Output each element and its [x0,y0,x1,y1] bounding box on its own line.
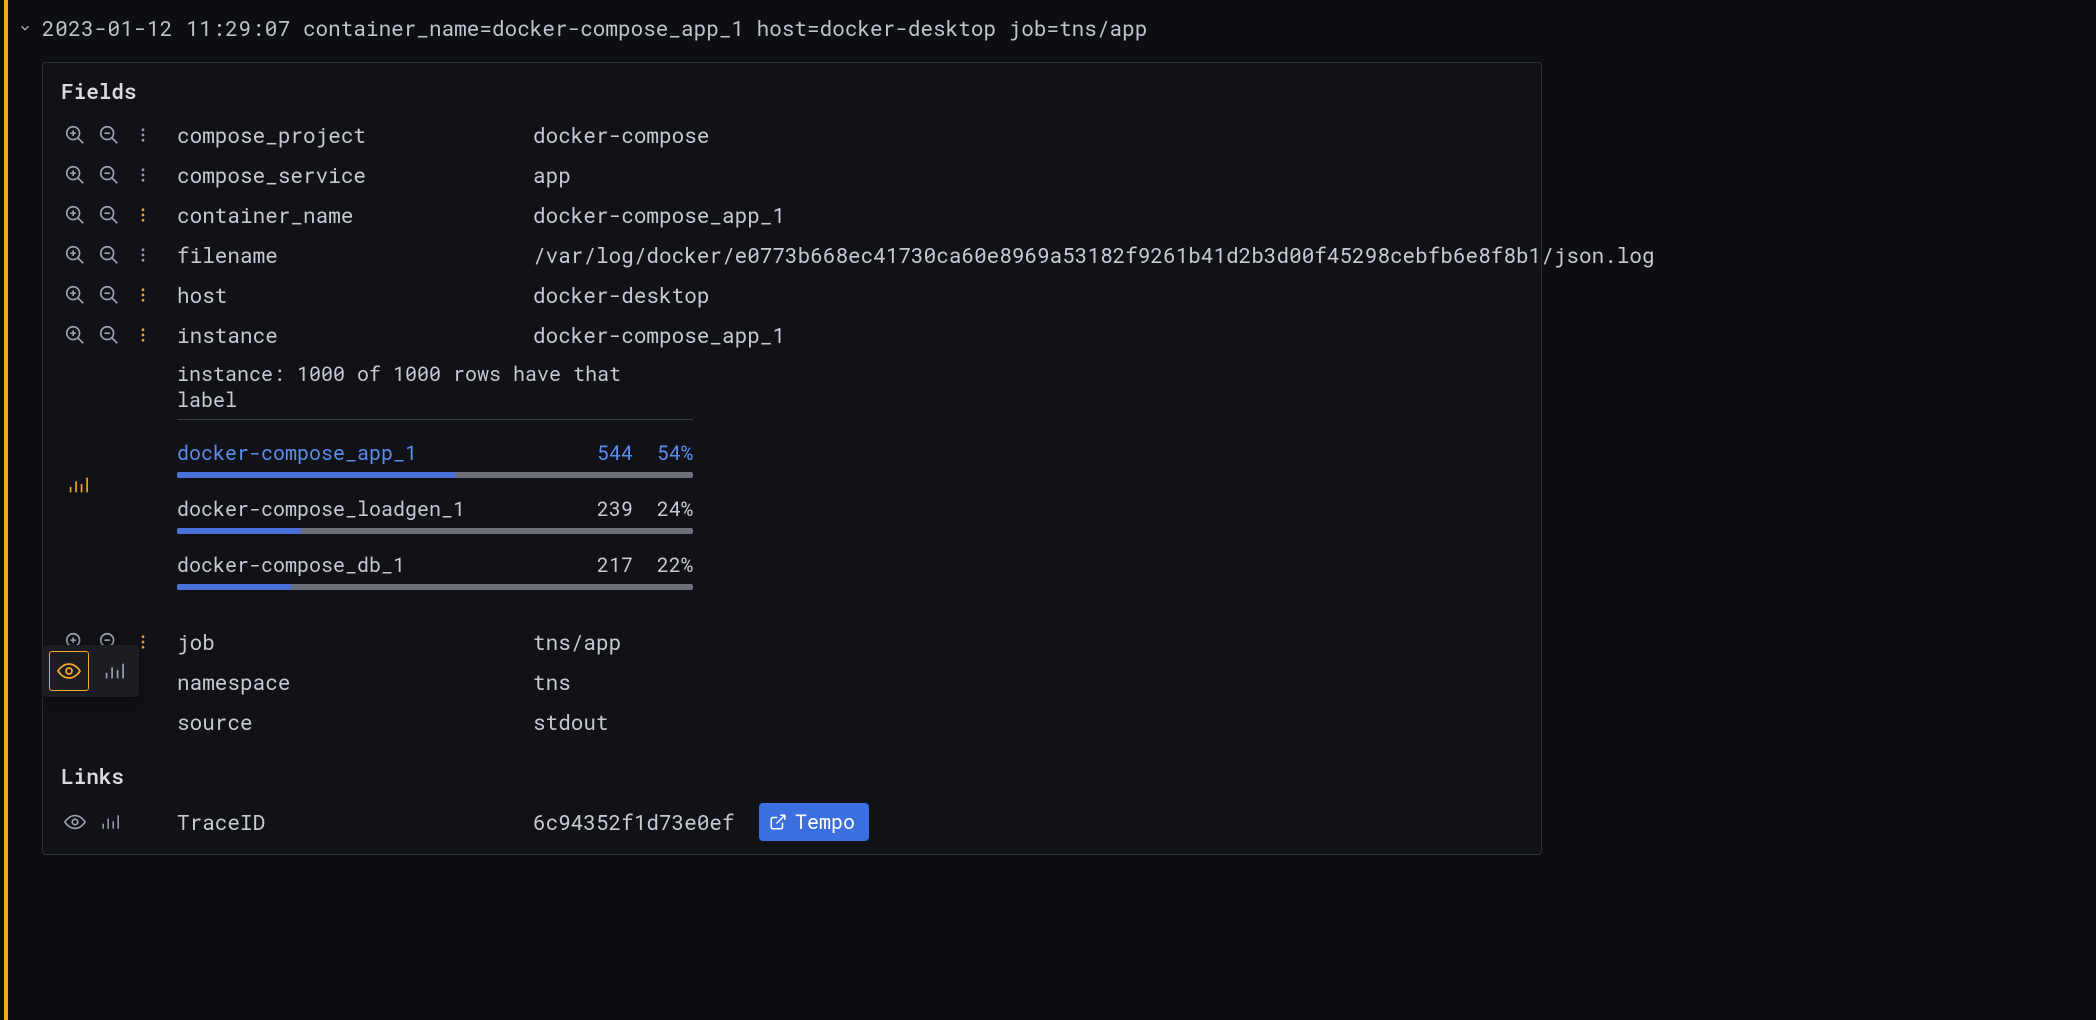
filter-for-icon[interactable] [63,163,87,187]
stat-bar [177,472,693,478]
field-row: filename/var/log/docker/e0773b668ec41730… [61,235,1523,275]
field-row: compose_serviceapp [61,155,1523,195]
field-key: job [177,628,527,656]
filter-out-icon[interactable] [97,283,121,307]
field-menu-icon[interactable] [131,123,155,147]
field-menu-icon[interactable] [131,203,155,227]
field-value: tns [533,668,1523,696]
stat-row[interactable]: docker-compose_app_1 544 54% [177,440,693,478]
field-key: instance [177,321,527,349]
tempo-button[interactable]: Tempo [759,803,869,841]
field-value: tns/app [533,628,1523,656]
links-section-title: Links [61,762,1523,790]
stat-row[interactable]: docker-compose_db_1 217 22% [177,552,693,590]
stat-count: 544 [563,440,633,466]
filter-for-icon[interactable] [63,283,87,307]
stat-name: docker-compose_app_1 [177,440,563,466]
show-field-button[interactable] [49,651,89,691]
field-key: host [177,281,527,309]
link-row: TraceID 6c94352f1d73e0ef Tempo [61,800,1523,844]
field-key: container_name [177,201,527,229]
field-value: docker-compose [533,121,1523,149]
field-action-popup [43,645,139,697]
filter-out-icon[interactable] [97,203,121,227]
stat-bar [177,584,693,590]
filter-for-icon[interactable] [63,123,87,147]
log-row-header[interactable]: 2023-01-12 11:29:07 container_name=docke… [0,0,2096,52]
stat-name: docker-compose_loadgen_1 [177,496,563,522]
fields-section-title: Fields [61,77,1523,105]
log-accent-bar [4,0,8,1020]
field-key: filename [177,241,527,269]
filter-out-icon[interactable] [97,323,121,347]
stat-count: 239 [563,496,633,522]
filter-out-icon[interactable] [97,163,121,187]
field-row: jobtns/app [61,622,1523,662]
field-value: docker-compose_app_1 [533,321,1523,349]
field-row: hostdocker-desktop [61,275,1523,315]
filter-out-icon[interactable] [97,243,121,267]
stat-pct: 54% [633,440,693,466]
field-stats-button[interactable] [93,651,133,691]
field-menu-icon[interactable] [131,163,155,187]
field-key: namespace [177,668,527,696]
field-key: source [177,708,527,736]
stat-bar [177,528,693,534]
link-value: 6c94352f1d73e0ef [533,808,753,836]
stat-pct: 24% [633,496,693,522]
field-value: docker-compose_app_1 [533,201,1523,229]
field-row: sourcestdout [61,702,1523,742]
stat-pct: 22% [633,552,693,578]
field-row: container_namedocker-compose_app_1 [61,195,1523,235]
stat-count: 217 [563,552,633,578]
log-details-panel: Fields compose_projectdocker-compose com… [42,62,1542,855]
bar-chart-icon [65,473,89,497]
field-key: compose_service [177,161,527,189]
bar-chart-icon[interactable] [97,810,121,834]
instance-stats-panel: instance: 1000 of 1000 rows have that la… [61,361,1523,608]
field-value: docker-desktop [533,281,1523,309]
field-row: instancedocker-compose_app_1 [61,315,1523,355]
filter-for-icon[interactable] [63,323,87,347]
filter-for-icon[interactable] [63,203,87,227]
field-key: compose_project [177,121,527,149]
field-menu-icon[interactable] [131,283,155,307]
field-value: app [533,161,1523,189]
log-labels: container_name=docker-compose_app_1 host… [303,14,1147,42]
filter-for-icon[interactable] [63,243,87,267]
log-timestamp: 2023-01-12 11:29:07 [42,14,291,42]
stat-row[interactable]: docker-compose_loadgen_1 239 24% [177,496,693,534]
stat-name: docker-compose_db_1 [177,552,563,578]
field-value: stdout [533,708,1523,736]
chevron-down-icon [18,21,32,35]
field-row: namespacetns [61,662,1523,702]
link-key: TraceID [177,808,527,836]
filter-out-icon[interactable] [97,123,121,147]
field-value: /var/log/docker/e0773b668ec41730ca60e896… [533,241,1655,269]
stats-caption: instance: 1000 of 1000 rows have that la… [177,361,693,420]
field-row: compose_projectdocker-compose [61,115,1523,155]
field-menu-icon[interactable] [131,323,155,347]
field-menu-icon[interactable] [131,243,155,267]
eye-icon[interactable] [63,810,87,834]
